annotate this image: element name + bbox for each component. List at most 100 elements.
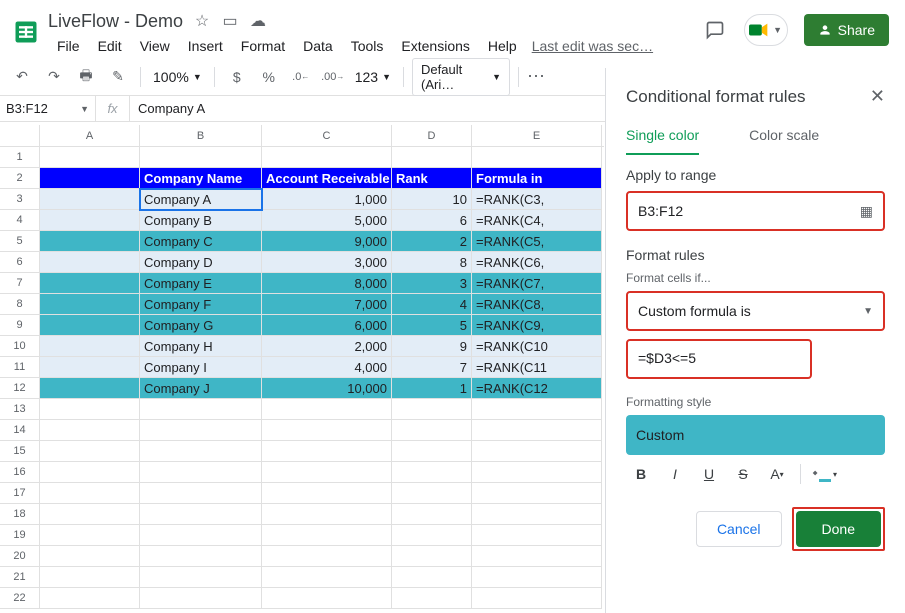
cell[interactable] bbox=[140, 420, 262, 441]
cell[interactable] bbox=[472, 588, 602, 609]
row-header[interactable]: 9 bbox=[0, 315, 40, 336]
row-header[interactable]: 16 bbox=[0, 462, 40, 483]
row-header[interactable]: 6 bbox=[0, 252, 40, 273]
cell[interactable]: 6 bbox=[392, 210, 472, 231]
cell[interactable]: =RANK(C6, bbox=[472, 252, 602, 273]
cell[interactable]: 8 bbox=[392, 252, 472, 273]
row-header[interactable]: 7 bbox=[0, 273, 40, 294]
cell[interactable]: =RANK(C7, bbox=[472, 273, 602, 294]
menu-file[interactable]: File bbox=[48, 36, 89, 56]
last-edit-link[interactable]: Last edit was sec… bbox=[532, 38, 653, 54]
cell[interactable] bbox=[392, 147, 472, 168]
cancel-button[interactable]: Cancel bbox=[696, 511, 782, 547]
row-header[interactable]: 4 bbox=[0, 210, 40, 231]
cell[interactable] bbox=[392, 525, 472, 546]
cell[interactable] bbox=[40, 567, 140, 588]
menu-edit[interactable]: Edit bbox=[89, 36, 131, 56]
cell[interactable]: Company C bbox=[140, 231, 262, 252]
cell[interactable]: 9,000 bbox=[262, 231, 392, 252]
cell[interactable]: 3,000 bbox=[262, 252, 392, 273]
cell[interactable]: 5 bbox=[392, 315, 472, 336]
row-header[interactable]: 17 bbox=[0, 483, 40, 504]
cell[interactable] bbox=[140, 567, 262, 588]
custom-formula-input[interactable]: =$D3<=5 bbox=[626, 339, 812, 379]
cell[interactable]: =RANK(C3, bbox=[472, 189, 602, 210]
document-title[interactable]: LiveFlow - Demo bbox=[48, 11, 183, 32]
cell[interactable]: 4,000 bbox=[262, 357, 392, 378]
cell[interactable] bbox=[392, 567, 472, 588]
cell[interactable]: Company F bbox=[140, 294, 262, 315]
cell[interactable]: 6,000 bbox=[262, 315, 392, 336]
cell[interactable]: 9 bbox=[392, 336, 472, 357]
cell[interactable] bbox=[392, 546, 472, 567]
font-select[interactable]: Default (Ari…▼ bbox=[412, 58, 510, 96]
cell[interactable] bbox=[40, 147, 140, 168]
apply-range-input[interactable]: B3:F12 ▦ bbox=[626, 191, 885, 231]
row-header[interactable]: 1 bbox=[0, 147, 40, 168]
cell[interactable] bbox=[40, 273, 140, 294]
cell[interactable] bbox=[40, 441, 140, 462]
cell[interactable] bbox=[40, 189, 140, 210]
cell[interactable] bbox=[40, 357, 140, 378]
column-header[interactable]: A bbox=[40, 125, 140, 146]
row-header[interactable]: 12 bbox=[0, 378, 40, 399]
cell[interactable] bbox=[472, 567, 602, 588]
menu-format[interactable]: Format bbox=[232, 36, 294, 56]
cell[interactable] bbox=[472, 147, 602, 168]
cell[interactable]: 7 bbox=[392, 357, 472, 378]
cell[interactable]: Company H bbox=[140, 336, 262, 357]
cell[interactable]: =RANK(C5, bbox=[472, 231, 602, 252]
cell[interactable]: 4 bbox=[392, 294, 472, 315]
print-icon[interactable]: 🖶 bbox=[72, 63, 100, 91]
cell[interactable]: =RANK(C10 bbox=[472, 336, 602, 357]
cell[interactable]: Company E bbox=[140, 273, 262, 294]
cell[interactable] bbox=[472, 399, 602, 420]
cell[interactable] bbox=[40, 336, 140, 357]
grid-icon[interactable]: ▦ bbox=[860, 203, 873, 220]
cell[interactable] bbox=[392, 483, 472, 504]
cell[interactable]: 10,000 bbox=[262, 378, 392, 399]
spreadsheet-grid[interactable]: A B C D E 12Company NameAccount Receivab… bbox=[0, 125, 604, 613]
cell[interactable] bbox=[40, 420, 140, 441]
cell[interactable]: Company G bbox=[140, 315, 262, 336]
name-box[interactable]: B3:F12▼ bbox=[0, 96, 96, 121]
select-all-corner[interactable] bbox=[0, 125, 40, 146]
cell[interactable] bbox=[40, 315, 140, 336]
cell[interactable]: 2,000 bbox=[262, 336, 392, 357]
cell[interactable] bbox=[472, 525, 602, 546]
cell[interactable]: Rank bbox=[392, 168, 472, 189]
cell[interactable] bbox=[392, 588, 472, 609]
cell[interactable]: =RANK(C9, bbox=[472, 315, 602, 336]
star-icon[interactable]: ☆ bbox=[193, 11, 211, 31]
cell[interactable]: =RANK(C8, bbox=[472, 294, 602, 315]
menu-tools[interactable]: Tools bbox=[342, 36, 393, 56]
increase-decimal-icon[interactable]: .00→ bbox=[319, 63, 347, 91]
number-format-select[interactable]: 123▼ bbox=[351, 67, 395, 87]
cell[interactable]: 10 bbox=[392, 189, 472, 210]
cell[interactable] bbox=[40, 378, 140, 399]
sheets-icon[interactable] bbox=[8, 8, 44, 56]
cell[interactable] bbox=[392, 399, 472, 420]
tab-color-scale[interactable]: Color scale bbox=[749, 121, 819, 155]
cell[interactable] bbox=[40, 483, 140, 504]
format-rule-select[interactable]: Custom formula is ▼ bbox=[626, 291, 885, 331]
percent-icon[interactable]: % bbox=[255, 63, 283, 91]
cell[interactable] bbox=[472, 420, 602, 441]
cell[interactable]: Account Receivable bbox=[262, 168, 392, 189]
cell[interactable] bbox=[40, 168, 140, 189]
bold-button[interactable]: B bbox=[628, 461, 654, 487]
share-button[interactable]: Share bbox=[804, 14, 889, 46]
row-header[interactable]: 11 bbox=[0, 357, 40, 378]
row-header[interactable]: 8 bbox=[0, 294, 40, 315]
cell[interactable]: Formula in bbox=[472, 168, 602, 189]
cell[interactable] bbox=[40, 294, 140, 315]
cell[interactable] bbox=[140, 441, 262, 462]
row-header[interactable]: 18 bbox=[0, 504, 40, 525]
row-header[interactable]: 20 bbox=[0, 546, 40, 567]
cloud-icon[interactable]: ☁ bbox=[249, 11, 267, 31]
paint-format-icon[interactable]: ✎ bbox=[104, 63, 132, 91]
cell[interactable] bbox=[40, 546, 140, 567]
cell[interactable]: 1 bbox=[392, 378, 472, 399]
cell[interactable]: Company A bbox=[140, 189, 262, 210]
menu-extensions[interactable]: Extensions bbox=[392, 36, 478, 56]
